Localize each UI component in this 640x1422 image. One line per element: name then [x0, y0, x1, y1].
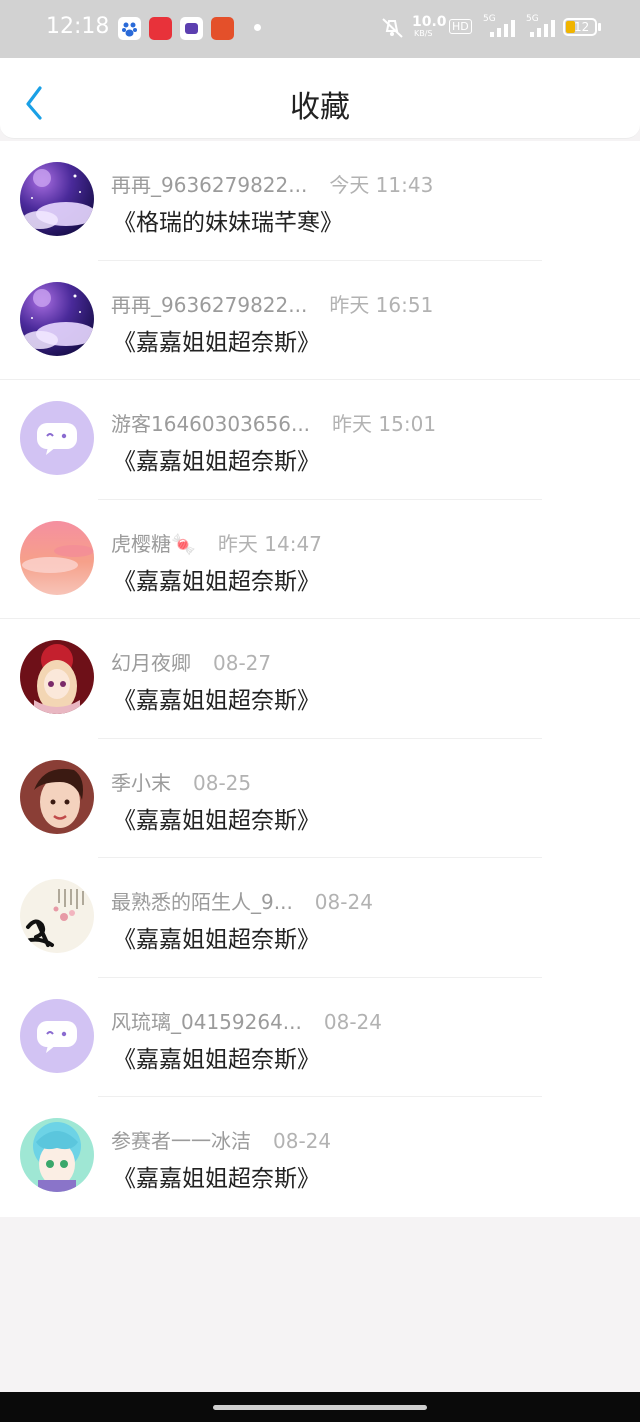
signal-2-icon — [528, 18, 556, 41]
user-name[interactable]: 虎樱糖🍬 — [111, 528, 196, 557]
avatar-default[interactable] — [20, 401, 94, 475]
avatar-default[interactable] — [20, 998, 94, 1073]
favorites-list: 再再_9636279822... 今天 11:43 《格瑞的妹妹瑞芊寒》 再再_9… — [0, 141, 640, 1217]
item-title[interactable]: 《嘉嘉姐姐超奈斯》 — [113, 442, 320, 476]
item-title[interactable]: 《嘉嘉姐姐超奈斯》 — [113, 920, 320, 954]
item-title[interactable]: 《格瑞的妹妹瑞芊寒》 — [113, 203, 343, 237]
notification-dot — [254, 24, 261, 31]
app-header: 收藏 — [0, 58, 640, 139]
timestamp: 08-24 — [323, 1009, 382, 1034]
item-title[interactable]: 《嘉嘉姐姐超奈斯》 — [113, 801, 320, 835]
user-name[interactable]: 最熟悉的陌生人_9... — [111, 886, 293, 915]
user-name[interactable]: 游客16460303656... — [111, 408, 310, 437]
user-name[interactable]: 幻月夜卿 — [111, 647, 191, 676]
avatar-anime-red[interactable] — [20, 640, 94, 714]
item-title[interactable]: 《嘉嘉姐姐超奈斯》 — [113, 681, 320, 715]
avatar-calligraphy[interactable] — [20, 879, 94, 953]
user-name[interactable]: 再再_9636279822... — [111, 169, 307, 198]
avatar-galaxy[interactable] — [20, 162, 94, 236]
item-title[interactable]: 《嘉嘉姐姐超奈斯》 — [113, 323, 320, 357]
list-item[interactable]: 参赛者一一冰洁 08-24 《嘉嘉姐姐超奈斯》 — [0, 1097, 640, 1217]
avatar-galaxy[interactable] — [20, 281, 94, 356]
timestamp: 昨天 14:47 — [217, 531, 322, 556]
ting-app-icon — [211, 17, 234, 40]
network-speed: 10.0 — [412, 14, 447, 30]
timestamp: 08-27 — [213, 651, 272, 675]
list-item[interactable]: 虎樱糖🍬 昨天 14:47 《嘉嘉姐姐超奈斯》 — [0, 500, 640, 620]
timestamp: 昨天 16:51 — [329, 292, 434, 317]
hd-badge: HD — [449, 19, 472, 34]
timestamp: 昨天 15:01 — [332, 412, 437, 436]
user-name[interactable]: 风琉璃_04159264... — [111, 1006, 302, 1035]
xiaohongshu-app-icon — [149, 17, 172, 40]
signal-1-icon — [488, 18, 518, 41]
avatar-sunset[interactable] — [20, 520, 94, 595]
timestamp: 08-24 — [273, 1129, 332, 1153]
timestamp: 08-25 — [193, 770, 252, 795]
avatar-photo[interactable] — [20, 759, 94, 834]
home-indicator[interactable] — [213, 1405, 427, 1410]
timestamp: 今天 11:43 — [329, 173, 434, 197]
user-name[interactable]: 参赛者一一冰洁 — [111, 1125, 251, 1154]
page-title: 收藏 — [290, 90, 350, 125]
battery-level: 12 — [574, 20, 590, 34]
list-item[interactable]: 幻月夜卿 08-27 《嘉嘉姐姐超奈斯》 — [0, 619, 640, 739]
system-nav-bar — [0, 1392, 640, 1422]
network-unit: KB/S — [414, 29, 433, 38]
list-item[interactable]: 季小末 08-25 《嘉嘉姐姐超奈斯》 — [0, 739, 640, 859]
user-name[interactable]: 季小末 — [111, 767, 171, 796]
user-name[interactable]: 再再_9636279822... — [111, 289, 307, 318]
list-item[interactable]: 最熟悉的陌生人_9... 08-24 《嘉嘉姐姐超奈斯》 — [0, 858, 640, 978]
list-item[interactable]: 游客16460303656... 昨天 15:01 《嘉嘉姐姐超奈斯》 — [0, 380, 640, 500]
list-item[interactable]: 再再_9636279822... 今天 11:43 《格瑞的妹妹瑞芊寒》 — [0, 141, 640, 261]
timestamp: 08-24 — [314, 890, 373, 914]
item-title[interactable]: 《嘉嘉姐姐超奈斯》 — [113, 1040, 320, 1074]
mute-icon — [380, 17, 406, 42]
list-item[interactable]: 风琉璃_04159264... 08-24 《嘉嘉姐姐超奈斯》 — [0, 978, 640, 1098]
item-title[interactable]: 《嘉嘉姐姐超奈斯》 — [113, 1159, 320, 1193]
video-app-icon — [180, 17, 203, 40]
battery-icon: 12 — [563, 18, 597, 36]
avatar-anime-cyan[interactable] — [20, 1118, 94, 1192]
status-time: 12:18 — [46, 14, 110, 39]
list-item[interactable]: 再再_9636279822... 昨天 16:51 《嘉嘉姐姐超奈斯》 — [0, 261, 640, 381]
baidu-app-icon — [118, 17, 141, 40]
status-bar: 12:18 10.0 KB/S HD 5G 5G 12 — [0, 0, 640, 58]
item-title[interactable]: 《嘉嘉姐姐超奈斯》 — [113, 562, 320, 596]
